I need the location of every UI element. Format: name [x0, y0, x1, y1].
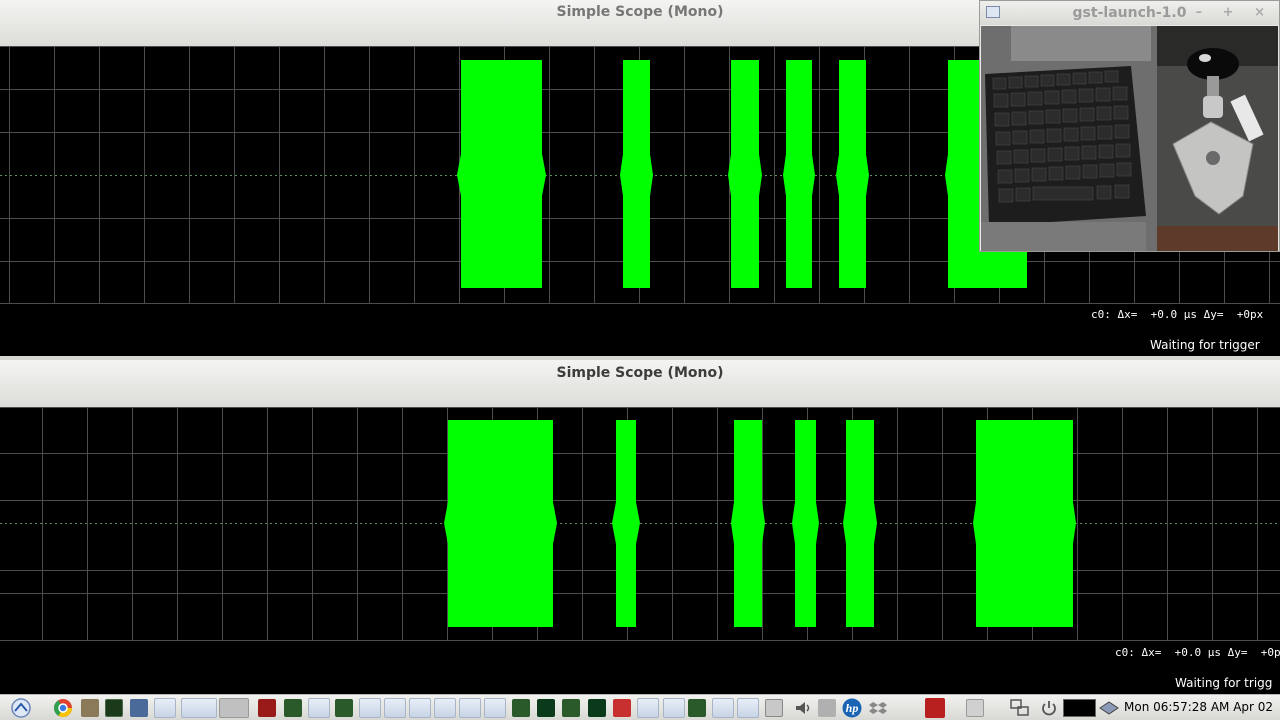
- scope-top-cursor-readout: c0: Δx= +0.0 µs Δy= +0px: [1091, 308, 1264, 321]
- start-menu-icon[interactable]: [10, 698, 32, 718]
- scope-top-waveform: [457, 60, 1030, 288]
- scope-top-burst: [836, 60, 869, 288]
- app-dock-icon[interactable]: [925, 698, 945, 718]
- cpu-monitor: [1063, 699, 1096, 717]
- window-icon: [986, 6, 1000, 18]
- scope-bottom-title: Simple Scope (Mono): [556, 365, 724, 381]
- scope-bottom-burst: [973, 420, 1076, 627]
- hp-icon[interactable]: hp: [841, 698, 863, 718]
- scope-bottom-waveform: [444, 420, 1076, 627]
- scope-bottom-titlebar[interactable]: Simple Scope (Mono): [0, 360, 1280, 407]
- app-green-icon[interactable]: [562, 699, 580, 717]
- taskbar-window-button[interactable]: [181, 698, 217, 718]
- taskbar: hp Mon 06:57:28 AM Apr 02: [0, 694, 1280, 720]
- file-manager-icon[interactable]: [130, 699, 148, 717]
- taskbar-window-button[interactable]: [637, 698, 659, 718]
- app-chart-icon[interactable]: [765, 699, 783, 717]
- scope-top-status: Waiting for trigger: [1150, 338, 1260, 352]
- taskbar-window-button[interactable]: [434, 698, 456, 718]
- hp-label: hp: [846, 701, 859, 715]
- scope-bottom-burst: [612, 420, 640, 627]
- taskbar-window-button[interactable]: [459, 698, 481, 718]
- webcam-titlebar[interactable]: gst-launch-1.0 – + ×: [980, 1, 1279, 25]
- taskbar-window-button[interactable]: [154, 698, 176, 718]
- taskbar-window-button[interactable]: [359, 698, 381, 718]
- volume-icon[interactable]: [794, 699, 814, 717]
- taskbar-window-button[interactable]: [663, 698, 685, 718]
- scope-top-title: Simple Scope (Mono): [556, 4, 724, 20]
- scope-bottom-burst: [843, 420, 877, 627]
- scope-bottom-burst: [444, 420, 557, 627]
- network-status-icon[interactable]: [1099, 700, 1119, 716]
- taskbar-window-button[interactable]: [308, 698, 330, 718]
- webcam-title: gst-launch-1.0: [1072, 5, 1187, 21]
- scope-bottom-burst: [792, 420, 819, 627]
- scope-top-burst: [783, 60, 815, 288]
- app-grid-icon[interactable]: [588, 699, 606, 717]
- clipboard-icon[interactable]: [818, 699, 836, 717]
- chrome-icon[interactable]: [53, 698, 73, 718]
- scope-bottom-cursor-readout: c0: Δx= +0.0 µs Δy= +0p: [1115, 646, 1280, 659]
- scope-top-burst: [728, 60, 762, 288]
- webcam-window[interactable]: gst-launch-1.0 – + ×: [979, 0, 1280, 252]
- taskbar-window-button[interactable]: [384, 698, 406, 718]
- app-grid-icon[interactable]: [537, 699, 555, 717]
- taskbar-window-button[interactable]: [409, 698, 431, 718]
- scope-top-burst: [457, 60, 546, 288]
- taskbar-window-button[interactable]: [219, 698, 249, 718]
- window-controls[interactable]: – + ×: [1196, 1, 1273, 25]
- app-green-icon[interactable]: [688, 699, 706, 717]
- tools-icon[interactable]: [81, 699, 99, 717]
- taskbar-clock[interactable]: Mon 06:57:28 AM Apr 02: [1124, 700, 1273, 714]
- webcam-video: [981, 26, 1278, 251]
- terminal-icon[interactable]: [105, 699, 123, 717]
- app-green-icon[interactable]: [284, 699, 302, 717]
- scope-bottom-status: Waiting for trigg: [1175, 676, 1273, 690]
- scope-top-burst: [620, 60, 653, 288]
- webcam-frame-image: [981, 26, 1278, 251]
- dropbox-icon[interactable]: [869, 699, 887, 717]
- scope-bottom-burst: [731, 420, 765, 627]
- taskbar-window-button[interactable]: [712, 698, 734, 718]
- scope-bottom-plot[interactable]: [0, 407, 1280, 641]
- app-green-icon[interactable]: [512, 699, 530, 717]
- app-red-icon[interactable]: [258, 699, 276, 717]
- network-icon[interactable]: [1010, 699, 1030, 717]
- app-green-icon[interactable]: [335, 699, 353, 717]
- taskbar-window-button[interactable]: [484, 698, 506, 718]
- app-network-icon[interactable]: [613, 699, 631, 717]
- taskbar-window-button[interactable]: [737, 698, 759, 718]
- power-icon[interactable]: [1040, 699, 1058, 717]
- scope-window-bottom[interactable]: Simple Scope (Mono) c0: Δx= +0.0 µs Δy= …: [0, 360, 1280, 694]
- notes-icon[interactable]: [966, 699, 984, 717]
